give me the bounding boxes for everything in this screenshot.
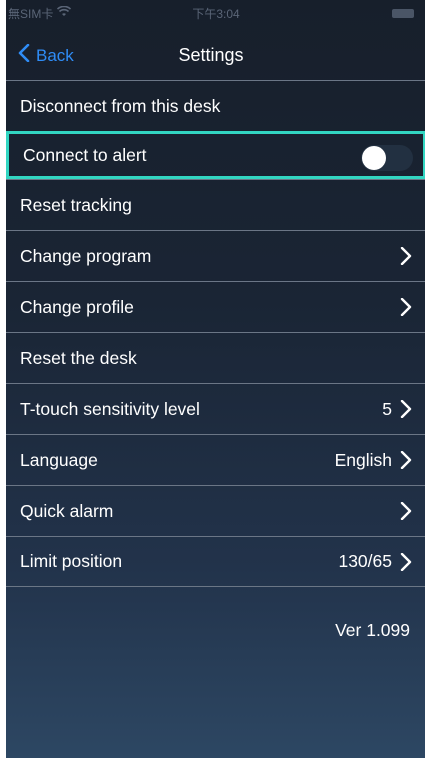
- row-label: T-touch sensitivity level: [20, 398, 200, 419]
- t-touch-sensitivity-row[interactable]: T-touch sensitivity level 5: [6, 383, 425, 434]
- settings-screen: 無SIM卡 下午3:04 Back Settings Disconnect fr…: [6, 0, 425, 758]
- row-label: Disconnect from this desk: [20, 95, 221, 116]
- row-label: Quick alarm: [20, 500, 114, 521]
- language-row[interactable]: Language English: [6, 434, 425, 485]
- navigation-bar: Back Settings: [6, 30, 425, 80]
- connect-alert-row[interactable]: Connect to alert: [6, 131, 425, 179]
- sensitivity-value: 5: [382, 398, 392, 419]
- change-program-row[interactable]: Change program: [6, 230, 425, 281]
- connect-alert-toggle[interactable]: [361, 145, 413, 171]
- chevron-right-icon: [400, 400, 412, 418]
- row-label: Reset tracking: [20, 194, 132, 215]
- version-label: Ver 1.099: [335, 620, 410, 640]
- chevron-right-icon: [400, 247, 412, 265]
- row-label: Language: [20, 449, 98, 470]
- row-label: Connect to alert: [23, 144, 147, 165]
- language-value: English: [334, 449, 392, 470]
- status-time: 下午3:04: [192, 7, 240, 21]
- limit-position-row[interactable]: Limit position 130/65: [6, 536, 425, 587]
- change-profile-row[interactable]: Change profile: [6, 281, 425, 332]
- battery-icon: [392, 8, 414, 18]
- status-bar: 無SIM卡 下午3:04: [6, 0, 425, 26]
- row-label: Limit position: [20, 551, 123, 571]
- settings-list: Disconnect from this desk Connect to ale…: [6, 80, 425, 587]
- chevron-right-icon: [400, 502, 412, 520]
- row-label: Reset the desk: [20, 347, 137, 368]
- toggle-knob: [362, 146, 386, 170]
- quick-alarm-row[interactable]: Quick alarm: [6, 485, 425, 536]
- row-label: Change program: [20, 245, 152, 266]
- reset-tracking-row[interactable]: Reset tracking: [6, 179, 425, 230]
- chevron-right-icon: [400, 298, 412, 316]
- page-title: Settings: [178, 45, 244, 65]
- chevron-right-icon: [400, 451, 412, 469]
- reset-desk-row[interactable]: Reset the desk: [6, 332, 425, 383]
- limit-position-value: 130/65: [338, 551, 392, 571]
- row-label: Change profile: [20, 296, 134, 317]
- chevron-right-icon: [400, 552, 412, 571]
- disconnect-desk-row[interactable]: Disconnect from this desk: [6, 80, 425, 131]
